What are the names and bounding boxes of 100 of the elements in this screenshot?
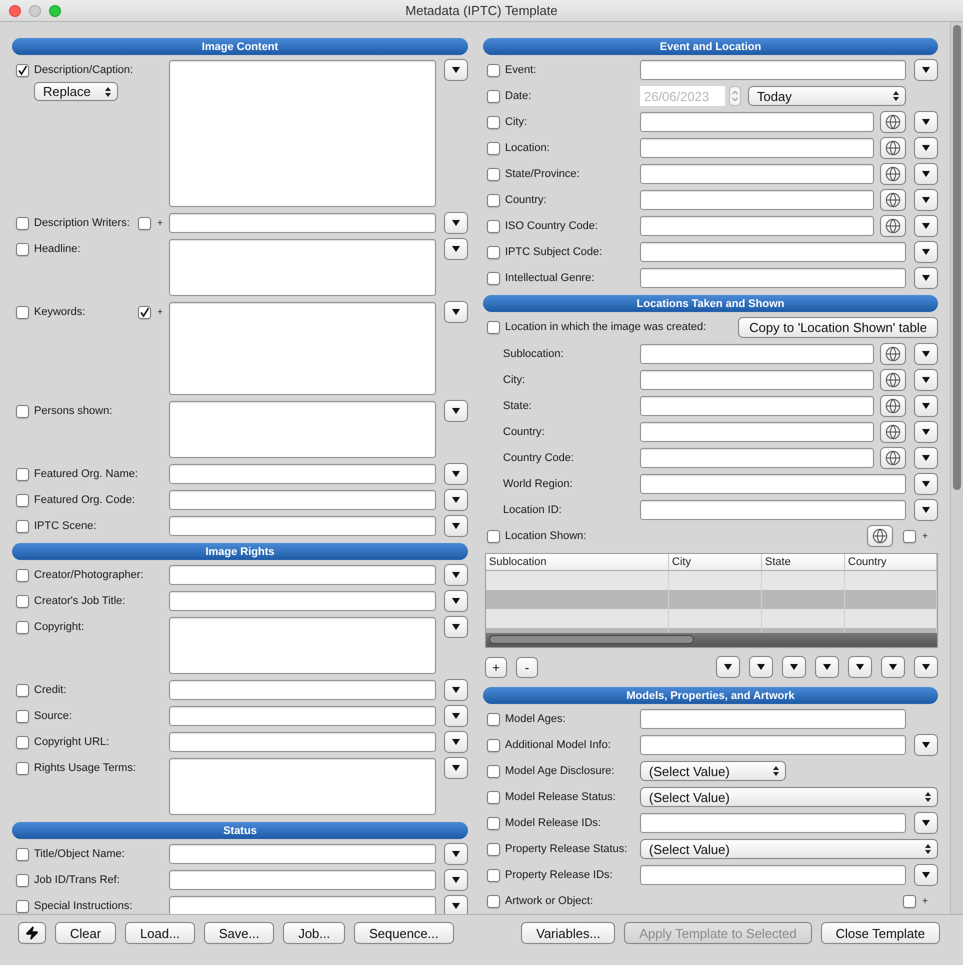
- text-field[interactable]: [169, 591, 436, 611]
- dropdown-button[interactable]: [444, 515, 468, 537]
- text-field[interactable]: [640, 422, 874, 442]
- checkbox[interactable]: [16, 594, 29, 608]
- dropdown-button[interactable]: [444, 731, 468, 753]
- checkbox[interactable]: [16, 64, 29, 76]
- checkbox[interactable]: [16, 468, 29, 480]
- text-field[interactable]: [640, 112, 874, 132]
- dropdown-button[interactable]: [914, 395, 938, 417]
- checkbox[interactable]: [487, 168, 500, 180]
- text-field[interactable]: [640, 500, 906, 520]
- globe-button[interactable]: [880, 395, 906, 417]
- toolbar-button[interactable]: Load...: [125, 922, 195, 944]
- checkbox[interactable]: [16, 762, 29, 774]
- dropdown-button[interactable]: [914, 864, 938, 886]
- globe-button[interactable]: [880, 163, 906, 185]
- checkbox[interactable]: [903, 530, 916, 542]
- column-header[interactable]: Country: [845, 554, 937, 570]
- text-area[interactable]: [169, 758, 436, 815]
- dropdown-button[interactable]: [444, 238, 468, 260]
- checkbox[interactable]: [487, 142, 500, 154]
- text-field[interactable]: [169, 732, 436, 752]
- dropdown-button[interactable]: [914, 241, 938, 263]
- text-field[interactable]: [640, 242, 906, 262]
- text-field[interactable]: [169, 680, 436, 700]
- dropdown-button[interactable]: [914, 111, 938, 133]
- globe-button[interactable]: [880, 343, 906, 365]
- checkbox[interactable]: [16, 620, 29, 634]
- checkbox[interactable]: [16, 710, 29, 722]
- dropdown-button[interactable]: [444, 705, 468, 727]
- dropdown-button[interactable]: [444, 869, 468, 891]
- text-field[interactable]: [169, 213, 436, 233]
- text-area[interactable]: [169, 401, 436, 458]
- dropdown-button[interactable]: [444, 679, 468, 701]
- text-field[interactable]: [640, 396, 874, 416]
- dropdown-button[interactable]: [914, 656, 938, 678]
- dropdown-button[interactable]: [444, 895, 468, 914]
- dropdown-button[interactable]: [914, 812, 938, 834]
- popup-button[interactable]: Replace: [34, 82, 118, 101]
- text-field[interactable]: [169, 565, 436, 585]
- text-field[interactable]: [640, 268, 906, 288]
- text-field[interactable]: [640, 813, 906, 833]
- checkbox[interactable]: [487, 246, 500, 258]
- text-area[interactable]: [169, 239, 436, 296]
- dropdown-button[interactable]: [914, 137, 938, 159]
- copy-button[interactable]: Copy to 'Location Shown' table: [738, 317, 938, 338]
- checkbox[interactable]: [487, 64, 500, 76]
- checkbox[interactable]: [16, 494, 29, 506]
- text-field[interactable]: [169, 870, 436, 890]
- stepper-icon[interactable]: [729, 86, 741, 106]
- toolbar-button[interactable]: Close Template: [820, 922, 940, 944]
- add-row-button[interactable]: +: [485, 656, 507, 678]
- text-area[interactable]: [169, 302, 436, 395]
- dropdown-button[interactable]: [914, 369, 938, 391]
- popup-button[interactable]: (Select Value): [640, 839, 938, 859]
- globe-button[interactable]: [880, 137, 906, 159]
- text-field[interactable]: [640, 216, 874, 236]
- checkbox[interactable]: [16, 736, 29, 748]
- popup-button[interactable]: (Select Value): [640, 787, 938, 807]
- text-field[interactable]: [169, 706, 436, 726]
- action-button[interactable]: [18, 922, 46, 944]
- dropdown-button[interactable]: [444, 616, 468, 638]
- dropdown-button[interactable]: [914, 189, 938, 211]
- checkbox[interactable]: [487, 868, 500, 882]
- checkbox[interactable]: [138, 216, 152, 230]
- close-button[interactable]: [9, 4, 21, 16]
- checkbox[interactable]: [16, 520, 29, 532]
- remove-row-button[interactable]: -: [516, 656, 538, 678]
- vertical-scrollbar[interactable]: [950, 22, 963, 914]
- dropdown-button[interactable]: [716, 656, 740, 678]
- dropdown-button[interactable]: [914, 59, 938, 81]
- text-field[interactable]: [640, 190, 874, 210]
- toolbar-button[interactable]: Sequence...: [354, 922, 454, 944]
- globe-button[interactable]: [880, 189, 906, 211]
- dropdown-button[interactable]: [444, 564, 468, 586]
- checkbox[interactable]: [138, 306, 152, 318]
- globe-button[interactable]: [867, 525, 894, 547]
- globe-button[interactable]: [880, 447, 906, 469]
- text-field[interactable]: [640, 448, 874, 468]
- dropdown-button[interactable]: [914, 499, 938, 521]
- text-field[interactable]: [640, 735, 906, 755]
- dropdown-button[interactable]: [914, 343, 938, 365]
- checkbox[interactable]: [487, 738, 500, 752]
- checkbox[interactable]: [487, 712, 500, 726]
- text-field[interactable]: [640, 344, 874, 364]
- toolbar-button[interactable]: Variables...: [521, 922, 616, 944]
- toolbar-button[interactable]: Clear: [55, 922, 116, 944]
- text-area[interactable]: [169, 617, 436, 674]
- checkbox[interactable]: [487, 816, 500, 830]
- text-field[interactable]: [169, 464, 436, 484]
- dropdown-button[interactable]: [444, 301, 468, 323]
- horizontal-scrollbar[interactable]: [486, 633, 937, 647]
- checkbox[interactable]: [487, 194, 500, 206]
- checkbox[interactable]: [487, 842, 500, 856]
- zoom-button[interactable]: [49, 4, 61, 16]
- dropdown-button[interactable]: [914, 473, 938, 495]
- text-field[interactable]: [169, 844, 436, 864]
- checkbox[interactable]: [16, 900, 29, 912]
- dropdown-button[interactable]: [444, 59, 468, 81]
- dropdown-button[interactable]: [444, 463, 468, 485]
